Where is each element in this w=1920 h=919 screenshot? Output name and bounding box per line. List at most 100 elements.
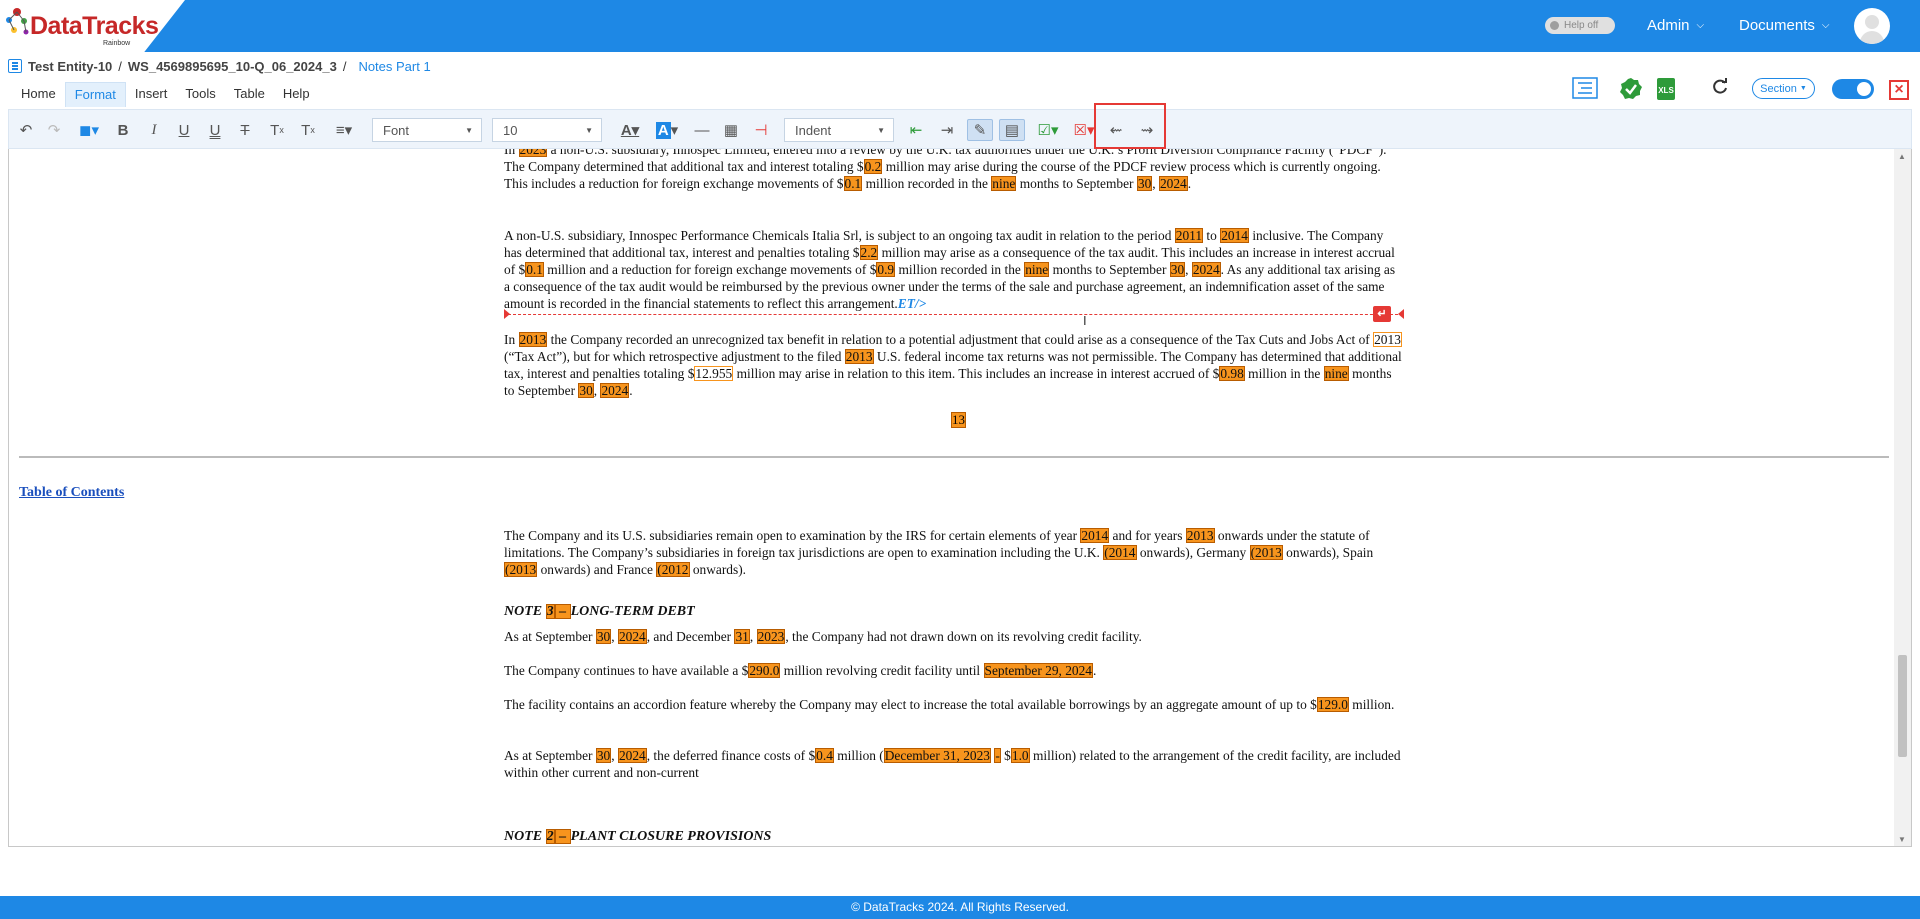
bold-icon[interactable]: B (115, 119, 131, 141)
undo-icon[interactable]: ↶ (17, 119, 35, 141)
xbrl-tag[interactable]: 2024 (1158, 176, 1188, 191)
xbrl-tag[interactable]: 2 (545, 829, 555, 844)
logo-area[interactable]: DataTracks Rainbow (0, 0, 185, 52)
xbrl-tag[interactable]: 2013 (844, 349, 874, 364)
xbrl-tag[interactable]: 30 (1169, 262, 1186, 277)
subscript-icon[interactable]: Tx (268, 119, 286, 141)
font-color-icon[interactable]: A▾ (616, 119, 644, 141)
xbrl-tag[interactable]: 2011 (1174, 228, 1204, 243)
redo-icon[interactable]: ↷ (45, 119, 63, 141)
documents-menu[interactable]: Documents ⌵ (1739, 17, 1829, 34)
scroll-down-icon[interactable]: ▼ (1898, 835, 1906, 844)
tab-tools[interactable]: Tools (176, 82, 224, 107)
xbrl-tag[interactable]: 31 (734, 629, 750, 644)
help-toggle[interactable]: Help off (1545, 17, 1615, 34)
highlight-color-icon[interactable]: A ▾ (653, 119, 681, 141)
breadcrumb-section[interactable]: Notes Part 1 (358, 59, 430, 74)
text-run: million revolving credit facility until (780, 663, 984, 678)
tab-help[interactable]: Help (274, 82, 319, 107)
indent-select-value: Indent (795, 122, 832, 138)
xbrl-tag[interactable]: 0.1 (525, 262, 544, 277)
xbrl-tag[interactable]: 2.2 (859, 245, 879, 260)
underline-icon[interactable]: U (176, 119, 192, 141)
strikethrough-icon[interactable]: T (237, 119, 253, 141)
page-break-icon[interactable]: ⊣ (751, 119, 771, 141)
xbrl-tag[interactable]: 2014 (1080, 528, 1110, 543)
breadcrumb-workspace[interactable]: WS_4569895695_10-Q_06_2024_3 (128, 59, 337, 74)
document-editor[interactable]: In 2023 a non-U.S. subsidiary, Innospec … (8, 149, 1912, 847)
indent-increase-icon[interactable]: ⇥ (937, 119, 957, 141)
align-icon[interactable]: ≡▾ (330, 119, 358, 141)
font-size-select[interactable]: 10 ▼ (492, 118, 602, 142)
xbrl-tag[interactable]: (2012 (656, 562, 690, 577)
xbrl-tag[interactable]: December 31, 2023 (883, 748, 991, 763)
admin-menu[interactable]: Admin ⌵ (1647, 17, 1704, 34)
validate-check-icon[interactable] (1619, 77, 1643, 101)
format-painter-icon[interactable]: ◼▾ (75, 119, 103, 141)
end-tag-marker[interactable]: ET/> (898, 296, 926, 311)
close-icon[interactable]: × (1889, 80, 1909, 100)
xbrl-tag[interactable]: 1.0 (1010, 748, 1030, 763)
table-of-contents-link[interactable]: Table of Contents (19, 485, 124, 501)
italic-icon[interactable]: I (146, 119, 162, 141)
breadcrumb-entity[interactable]: Test Entity-10 (28, 59, 112, 74)
xbrl-tag[interactable]: (2013 (504, 562, 538, 577)
xbrl-tag[interactable]: 2024 (600, 383, 630, 398)
view-toggle-switch[interactable] (1832, 79, 1874, 99)
scroll-up-icon[interactable]: ▲ (1898, 152, 1906, 161)
xbrl-tag[interactable]: 0.2 (863, 159, 883, 174)
xbrl-tag[interactable]: nine (1024, 262, 1050, 277)
xbrl-tag[interactable]: 2013 (518, 332, 548, 347)
tab-home[interactable]: Home (12, 82, 65, 107)
xbrl-tag[interactable]: 2014 (1220, 228, 1249, 243)
xbrl-tag[interactable]: 290.0 (748, 663, 781, 678)
xbrl-tag[interactable]: 0.9 (876, 262, 896, 277)
tab-insert[interactable]: Insert (126, 82, 177, 107)
indent-select[interactable]: Indent ▼ (784, 118, 894, 142)
superscript-icon[interactable]: Tx (299, 119, 317, 141)
font-family-select[interactable]: Font ▼ (372, 118, 482, 142)
indent-decrease-icon[interactable]: ⇤ (906, 119, 926, 141)
paragraph-return-icon[interactable]: ↵ (1373, 306, 1391, 322)
tab-format[interactable]: Format (64, 82, 126, 107)
xbrl-tag[interactable]: 3 (545, 604, 555, 619)
xbrl-tag[interactable]: 2024 (617, 748, 647, 763)
double-underline-icon[interactable]: U (207, 119, 223, 141)
section-dropdown-button[interactable]: Section ▼ (1752, 78, 1815, 99)
xbrl-tag[interactable]: 30 (595, 748, 612, 763)
review-pane-icon[interactable]: ▤ (999, 119, 1025, 141)
table-grid-icon[interactable]: ▦ (721, 119, 741, 141)
xbrl-tag[interactable]: 0.1 (843, 176, 863, 191)
xbrl-tag[interactable]: nine (991, 176, 1017, 191)
xbrl-tag[interactable]: – (554, 829, 571, 844)
xbrl-tag[interactable]: – (554, 604, 571, 619)
xbrl-tag[interactable]: 2024 (617, 629, 647, 644)
horizontal-line-icon[interactable]: — (692, 119, 712, 141)
xbrl-tag[interactable]: 129.0 (1316, 697, 1349, 712)
user-avatar[interactable] (1854, 8, 1890, 44)
xbrl-tag[interactable]: 30 (1136, 176, 1153, 191)
xbrl-tag[interactable]: 12.955 (694, 366, 734, 381)
xbrl-tag[interactable]: 2024 (1191, 262, 1221, 277)
vertical-scrollbar[interactable]: ▲ ▼ (1894, 149, 1911, 846)
xbrl-tag[interactable]: 2013 (1185, 528, 1215, 543)
xbrl-tag[interactable]: (2014 (1103, 545, 1137, 560)
xbrl-tag[interactable]: (2013 (1249, 545, 1283, 560)
page-number[interactable]: 13 (951, 412, 966, 428)
excel-export-icon[interactable]: XLS (1655, 77, 1677, 101)
xbrl-tag[interactable]: 30 (595, 629, 612, 644)
track-changes-icon[interactable]: ✎ (967, 119, 993, 141)
xbrl-tag[interactable]: September 29, 2024 (983, 663, 1093, 678)
outline-icon[interactable] (1572, 77, 1598, 99)
xbrl-tag[interactable]: 0.4 (815, 748, 834, 763)
tab-table[interactable]: Table (225, 82, 274, 107)
xbrl-tag[interactable]: 2023 (518, 149, 548, 157)
xbrl-tag[interactable]: 0.98 (1219, 366, 1245, 381)
xbrl-tag[interactable]: nine (1323, 366, 1349, 381)
refresh-icon[interactable] (1711, 78, 1729, 96)
xbrl-tag[interactable]: 30 (578, 383, 594, 398)
accept-change-icon[interactable]: ☑▾ (1034, 119, 1062, 141)
xbrl-tag[interactable]: 2013 (1373, 332, 1402, 347)
scrollbar-thumb[interactable] (1898, 655, 1907, 757)
xbrl-tag[interactable]: 2023 (756, 629, 786, 644)
